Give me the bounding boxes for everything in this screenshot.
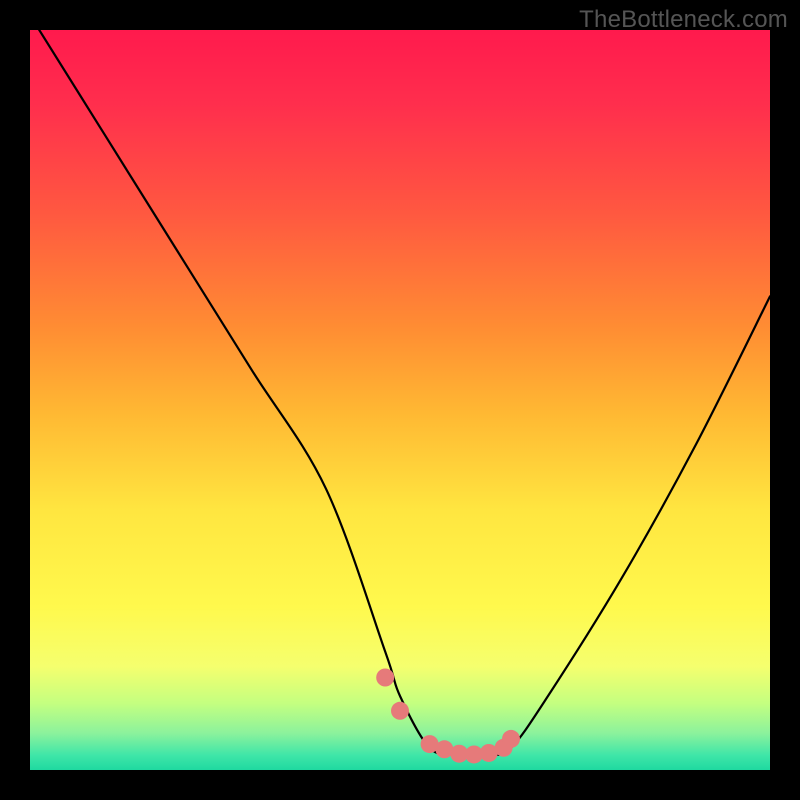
plot-svg xyxy=(30,30,770,770)
plot-area xyxy=(30,30,770,770)
bottleneck-curve xyxy=(30,30,770,756)
marker-group xyxy=(376,669,520,764)
marker-dot xyxy=(502,730,520,748)
marker-dot xyxy=(376,669,394,687)
marker-dot xyxy=(391,702,409,720)
